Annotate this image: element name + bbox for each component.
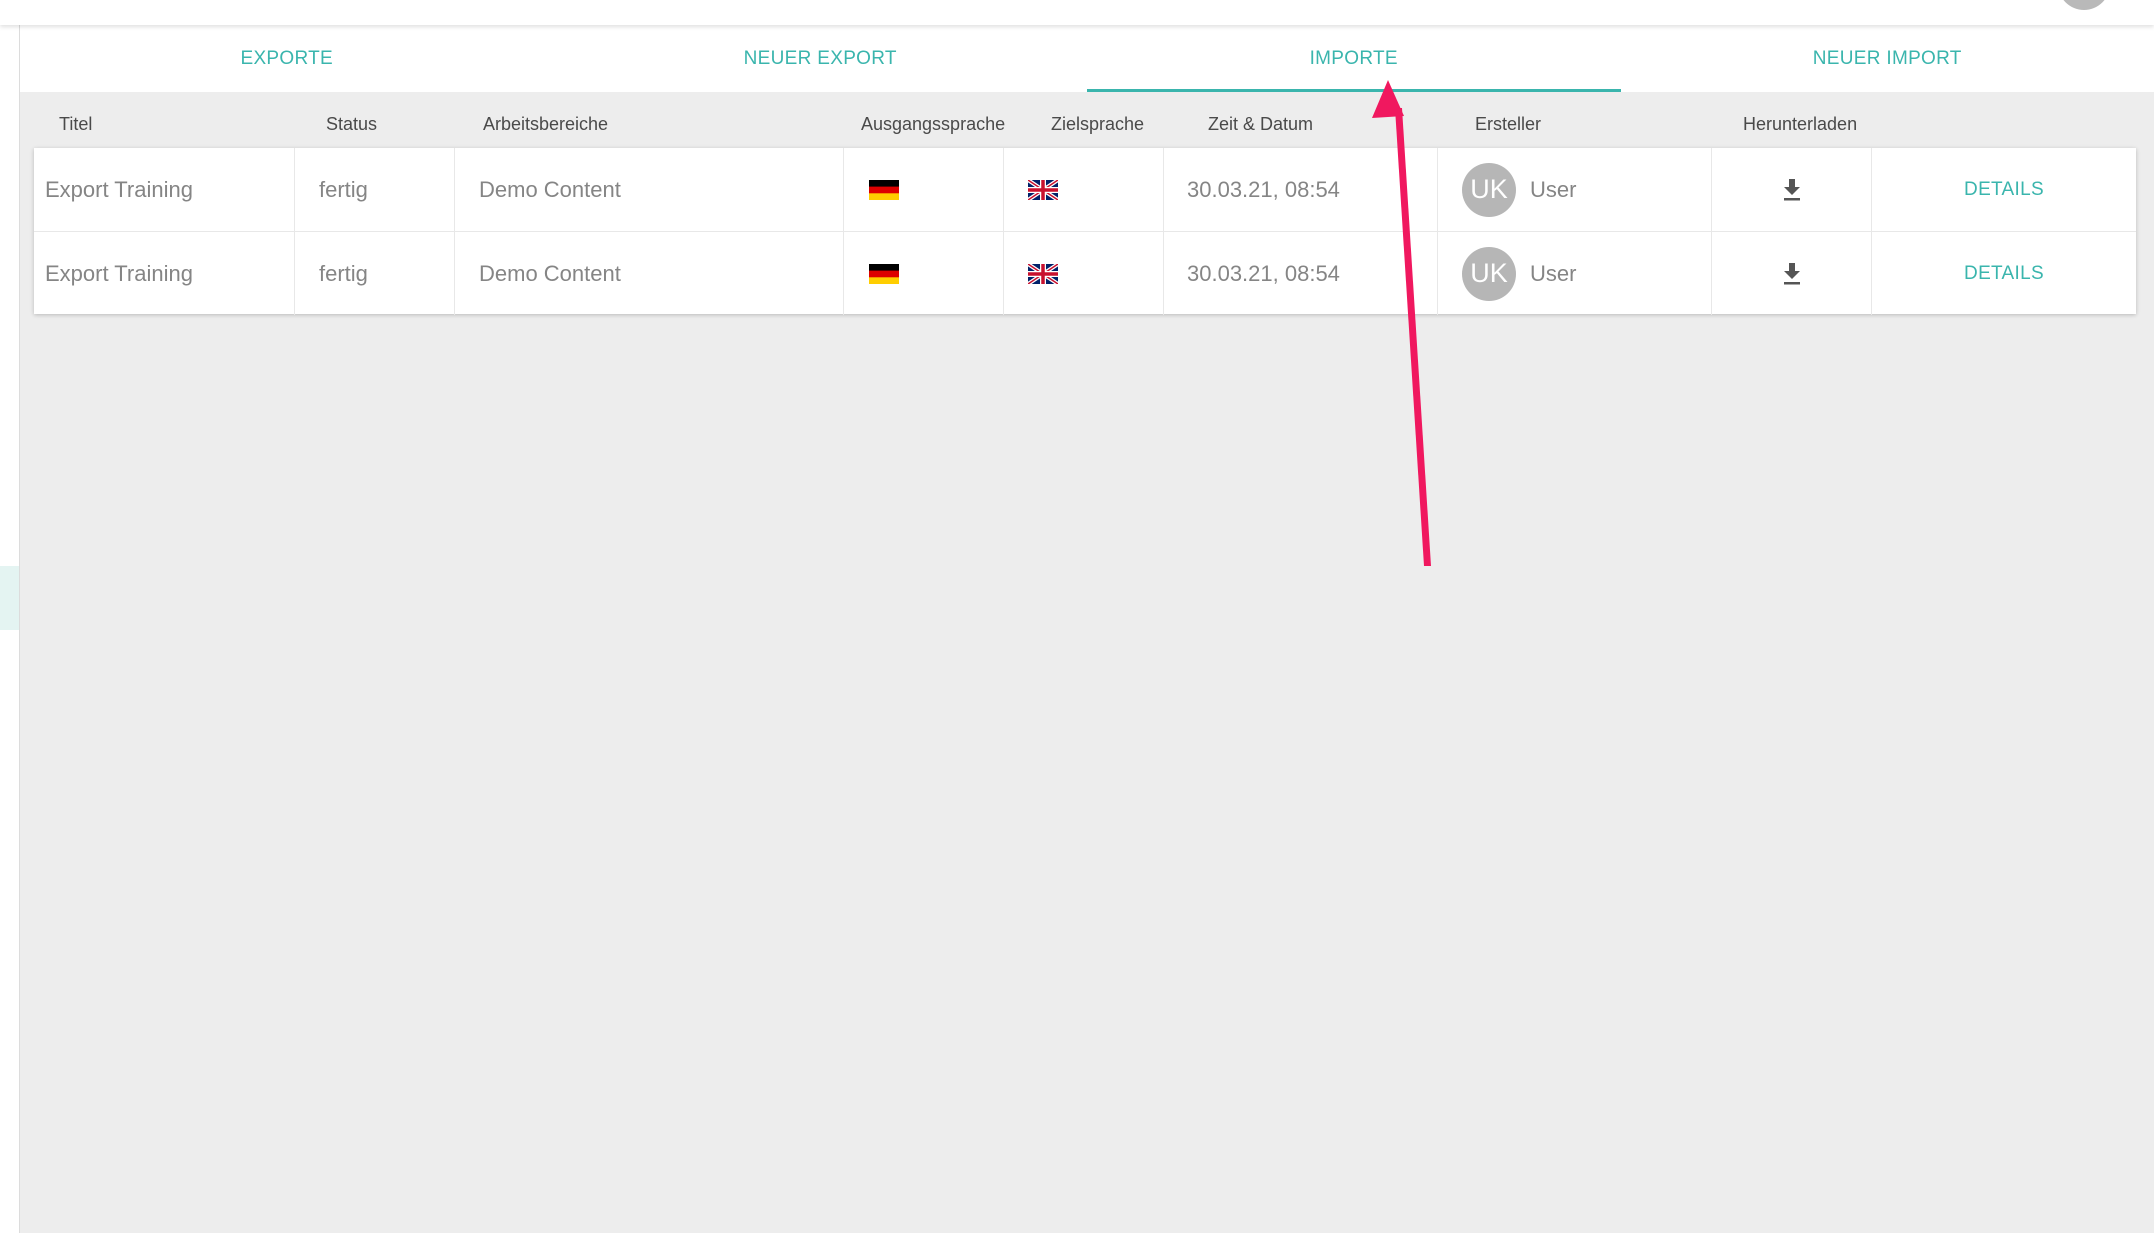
user-avatar: UK [1462, 246, 1516, 301]
cell-download [1712, 232, 1872, 315]
header-zielsprache[interactable]: Zielsprache [1051, 114, 1144, 135]
account-avatar[interactable] [2058, 0, 2110, 10]
cell-target-language [1004, 232, 1164, 315]
details-button[interactable]: DETAILS [1964, 263, 2044, 285]
table-header: Titel Status Arbeitsbereiche Ausgangsspr… [34, 110, 2136, 142]
cell-details: DETAILS [1872, 232, 2136, 315]
table-row[interactable]: Export Training fertig Demo Content 30.0… [34, 231, 2136, 315]
cell-workspace: Demo Content [455, 232, 844, 315]
flag-uk-icon [1028, 179, 1058, 200]
header-zeit-datum[interactable]: Zeit & Datum [1208, 114, 1313, 135]
flag-de-icon [869, 263, 899, 284]
cell-download [1712, 148, 1872, 231]
header-arbeitsbereiche[interactable]: Arbeitsbereiche [483, 114, 608, 135]
left-rail [0, 0, 20, 1233]
cell-creator: UK User [1438, 148, 1712, 231]
creator-name: User [1530, 176, 1577, 202]
cell-title: Export Training [34, 148, 295, 231]
cell-datetime: 30.03.21, 08:54 [1164, 148, 1438, 231]
download-icon[interactable] [1782, 178, 1802, 201]
header-titel[interactable]: Titel [59, 114, 92, 135]
flag-de-icon [869, 179, 899, 200]
header-ausgangssprache[interactable]: Ausgangssprache [861, 114, 1005, 135]
top-bar [0, 0, 2154, 25]
cell-source-language [844, 148, 1004, 231]
cell-status: fertig [295, 148, 455, 231]
flag-uk-icon [1028, 263, 1058, 284]
user-avatar: UK [1462, 162, 1516, 217]
header-ersteller[interactable]: Ersteller [1475, 114, 1541, 135]
creator-name: User [1530, 260, 1577, 286]
download-icon[interactable] [1782, 262, 1802, 285]
cell-details: DETAILS [1872, 148, 2136, 231]
cell-title: Export Training [34, 232, 295, 315]
tab-neuer-export[interactable]: NEUER EXPORT [554, 25, 1088, 92]
rail-marker [0, 566, 19, 630]
table-row[interactable]: Export Training fertig Demo Content 30.0… [34, 148, 2136, 231]
tab-neuer-import[interactable]: NEUER IMPORT [1621, 25, 2154, 92]
cell-status: fertig [295, 232, 455, 315]
header-status[interactable]: Status [326, 114, 377, 135]
cell-target-language [1004, 148, 1164, 231]
imports-table: Export Training fertig Demo Content 30.0… [34, 148, 2136, 315]
cell-workspace: Demo Content [455, 148, 844, 231]
cell-creator: UK User [1438, 232, 1712, 315]
details-button[interactable]: DETAILS [1964, 179, 2044, 201]
header-herunterladen: Herunterladen [1743, 114, 1858, 134]
cell-source-language [844, 232, 1004, 315]
tab-importe[interactable]: IMPORTE [1087, 25, 1621, 92]
tab-exporte[interactable]: EXPORTE [20, 25, 554, 92]
tab-bar: EXPORTE NEUER EXPORT IMPORTE NEUER IMPOR… [20, 25, 2154, 92]
cell-datetime: 30.03.21, 08:54 [1164, 232, 1438, 315]
